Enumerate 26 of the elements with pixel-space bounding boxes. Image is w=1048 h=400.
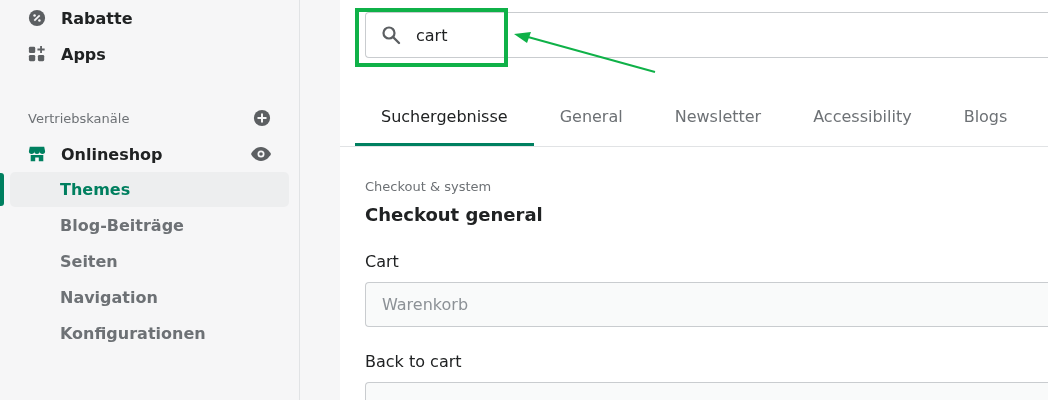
nav-subitem[interactable]: Themes xyxy=(10,172,289,207)
breadcrumb: Checkout & system xyxy=(365,179,493,194)
nav-subitem[interactable]: Blog-Beiträge xyxy=(10,208,289,243)
section-heading: Vertriebskanäle xyxy=(28,110,130,126)
section-title: Checkout general xyxy=(365,204,544,225)
tab[interactable]: Blogs xyxy=(937,95,1034,146)
nav-item[interactable]: Rabatte xyxy=(61,8,133,28)
nav-subitem[interactable]: Konfigurationen xyxy=(10,316,289,351)
store-icon xyxy=(28,145,46,163)
tab[interactable]: General xyxy=(533,95,649,146)
tab[interactable]: Newsletter xyxy=(648,95,788,146)
field-label: Back to cart xyxy=(365,352,463,371)
discount-icon xyxy=(28,9,46,27)
tab[interactable]: Suchergebnisse xyxy=(355,95,534,146)
eye-icon[interactable] xyxy=(251,147,271,161)
search-field[interactable]: cart xyxy=(365,12,1048,58)
nav-subitem[interactable]: Seiten xyxy=(10,244,289,279)
nav-subitem[interactable]: Navigation xyxy=(10,280,289,315)
text-field[interactable]: Warenkorb xyxy=(365,282,1048,327)
nav-item[interactable]: Onlineshop xyxy=(61,144,163,164)
tab[interactable]: Accessibility xyxy=(787,95,938,146)
field-label: Cart xyxy=(365,252,400,271)
nav-item[interactable]: Apps xyxy=(61,44,106,64)
search-icon xyxy=(381,25,401,45)
add-icon[interactable] xyxy=(253,109,271,127)
apps-icon xyxy=(28,45,46,63)
